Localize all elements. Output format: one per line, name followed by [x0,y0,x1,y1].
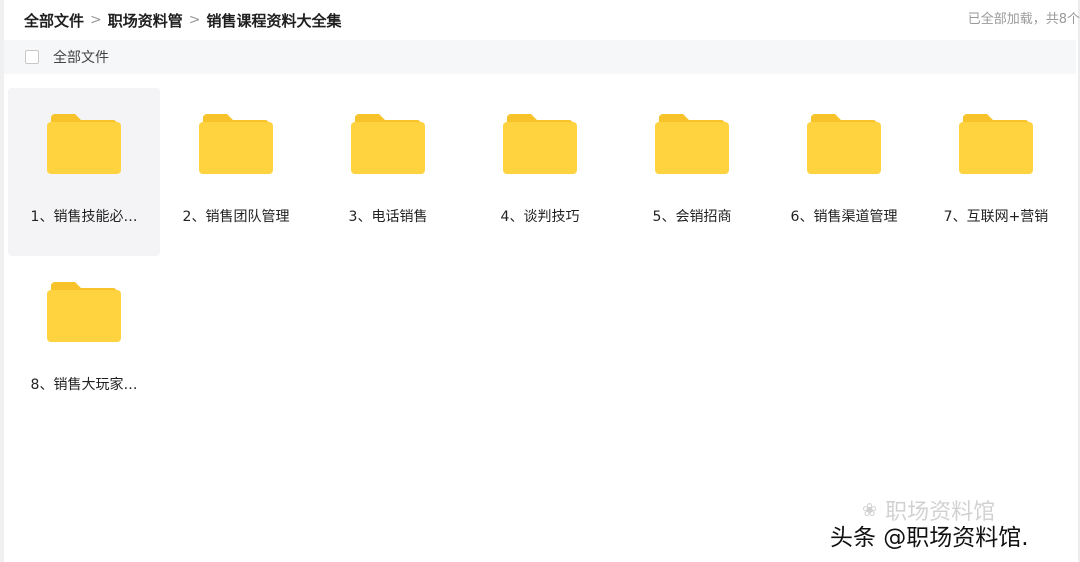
folder-item[interactable]: 8、销售大玩家… [8,256,160,424]
breadcrumb-item-parent[interactable]: 职场资料管 [108,10,183,31]
folder-item[interactable]: 7、互联网+营销 [920,88,1072,256]
breadcrumb-separator: > [90,12,102,28]
select-all-bar: 全部文件 [4,40,1076,74]
watermark-strong: 头条 @职场资料馆. [830,525,1029,551]
breadcrumb-item-root[interactable]: 全部文件 [24,10,84,31]
folder-item[interactable]: 4、谈判技巧 [464,88,616,256]
folder-name: 6、销售渠道管理 [790,209,898,225]
folder-item[interactable]: 6、销售渠道管理 [768,88,920,256]
folder-name: 7、互联网+营销 [943,209,1049,225]
folder-icon [959,114,1033,174]
breadcrumb-separator: > [188,12,201,28]
load-status: 已全部加载，共8个 [967,12,1080,27]
folder-item[interactable]: 3、电话销售 [312,88,464,256]
folder-icon [503,114,577,174]
top-bar: 全部文件 > 职场资料管 > 销售课程资料大全集 已全部加载，共8个 [0,0,1080,40]
folder-item[interactable]: 2、销售团队管理 [160,88,312,256]
folder-name: 4、谈判技巧 [500,209,580,225]
folder-icon [47,114,121,174]
folder-icon [807,114,881,174]
folder-item[interactable]: 5、会销招商 [616,88,768,256]
folder-icon [655,114,729,174]
folder-icon [351,114,425,174]
breadcrumb: 全部文件 > 职场资料管 > 销售课程资料大全集 [24,10,342,31]
folder-icon [47,282,121,342]
select-all-checkbox[interactable] [25,50,39,64]
folder-icon [199,114,273,174]
folder-name: 3、电话销售 [348,209,428,225]
folder-item[interactable]: 1、销售技能必… [8,88,160,256]
folder-name: 1、销售技能必… [30,209,138,225]
folder-name: 2、销售团队管理 [182,209,290,225]
folder-name: 8、销售大玩家… [30,377,138,393]
select-all-label: 全部文件 [53,50,109,66]
window-left-edge [0,0,4,562]
folder-name: 5、会销招商 [652,209,732,225]
breadcrumb-item-current: 销售课程资料大全集 [206,11,342,30]
